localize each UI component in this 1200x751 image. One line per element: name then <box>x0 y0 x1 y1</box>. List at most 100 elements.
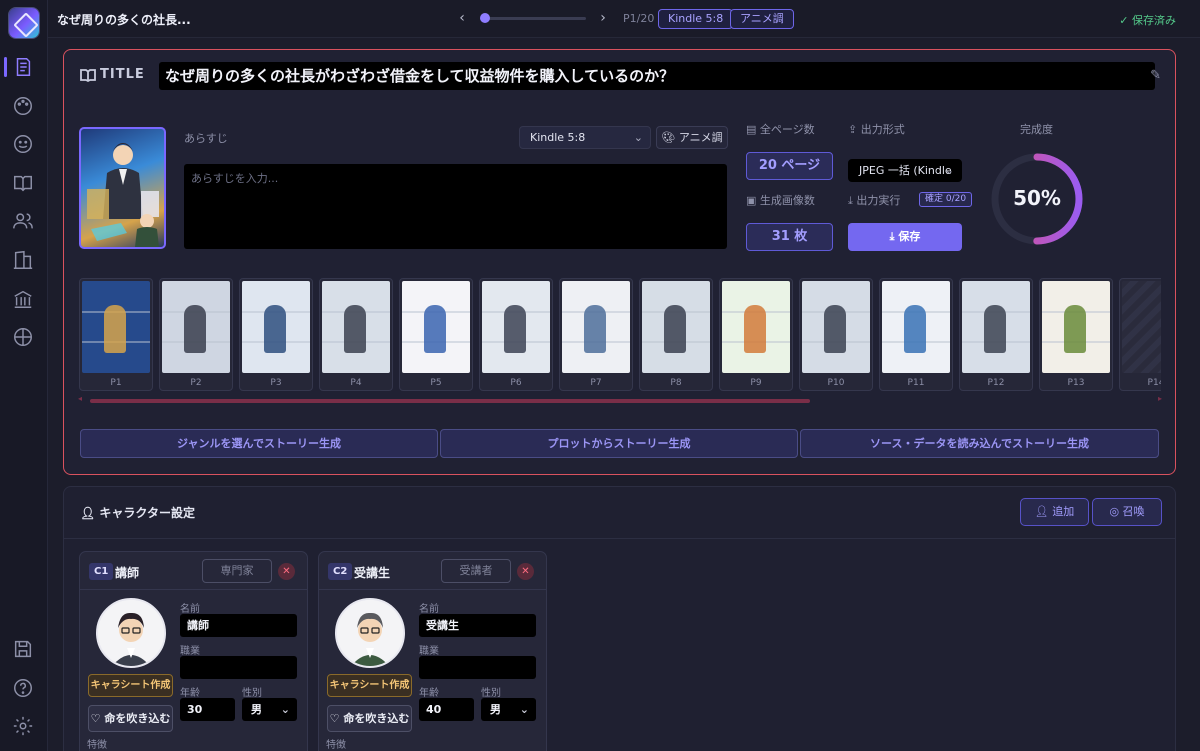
page-thumbnail[interactable]: P9 <box>719 278 793 391</box>
character-card: C1 講師 専門家 ✕ キャラシート作成 ♡ 命を吹き込む 名前 講師 職業 年… <box>79 551 308 751</box>
page-thumbnail[interactable]: P8 <box>639 278 713 391</box>
page-thumbnail[interactable]: P11 <box>879 278 953 391</box>
building-icon[interactable] <box>12 249 36 273</box>
job-field[interactable] <box>419 656 536 679</box>
thumbnail-label: P10 <box>827 378 845 388</box>
page-thumbnail[interactable]: P1 <box>79 278 153 391</box>
scroll-right-icon[interactable]: ▸ <box>1158 394 1162 403</box>
close-icon[interactable]: ✕ <box>278 563 295 580</box>
cover-image[interactable] <box>79 127 166 249</box>
page-thumbnail[interactable]: P13 <box>1039 278 1113 391</box>
palette-icon[interactable] <box>12 95 36 119</box>
settings-icon[interactable] <box>12 715 36 739</box>
name-field[interactable]: 講師 <box>180 614 297 637</box>
format-tag[interactable]: Kindle 5:8 <box>658 9 734 29</box>
character-role-button[interactable]: 専門家 <box>202 559 272 583</box>
scrollbar-thumb[interactable] <box>90 399 810 403</box>
source-story-button[interactable]: ソース・データを読み込んでストーリー生成 <box>800 429 1159 458</box>
script-icon[interactable] <box>12 56 36 80</box>
job-field[interactable] <box>180 656 297 679</box>
age-field[interactable]: 30 <box>180 698 235 721</box>
avatar[interactable] <box>96 598 166 668</box>
page-thumbnail[interactable]: P10 <box>799 278 873 391</box>
upload-icon: ⇪ <box>848 123 861 136</box>
help-icon[interactable] <box>12 677 36 701</box>
age-field[interactable]: 40 <box>419 698 474 721</box>
thumbnail-image <box>242 281 310 373</box>
card-header: C2 受講生 受講者 ✕ <box>319 552 546 590</box>
compass-icon[interactable] <box>12 326 36 350</box>
chevron-down-icon: ⌄ <box>519 703 529 716</box>
page-thumbnail[interactable]: P5 <box>399 278 473 391</box>
title-panel: TITLE なぜ周りの多くの社長がわざわざ借金をして収益物件を購入しているのか？… <box>63 49 1176 475</box>
thumbnail-figure <box>424 305 446 353</box>
book-open-icon[interactable] <box>12 172 36 196</box>
generated-images-value[interactable]: 31 枚 <box>746 223 833 251</box>
gender-select[interactable]: 男 ⌄ <box>481 698 536 721</box>
page-thumbnail[interactable]: P4 <box>319 278 393 391</box>
thumbnail-scrollbar[interactable]: ◂ ▸ <box>78 394 1162 403</box>
format-select[interactable]: Kindle 5:8 ⌄ <box>519 126 651 149</box>
thumbnail-image <box>1122 281 1161 373</box>
save-icon[interactable] <box>12 638 36 662</box>
bring-to-life-button[interactable]: ♡ 命を吹き込む <box>327 705 412 732</box>
close-icon[interactable]: ✕ <box>517 563 534 580</box>
page-thumbnail[interactable]: P12 <box>959 278 1033 391</box>
output-format-select[interactable]: JPEG 一括 (Kindle ⌄ <box>848 159 962 182</box>
thumbnail-label: P1 <box>110 378 122 388</box>
genre-story-button[interactable]: ジャンルを選んでストーリー生成 <box>80 429 438 458</box>
style-tag[interactable]: アニメ調 <box>730 9 794 29</box>
plot-story-button[interactable]: プロットからストーリー生成 <box>440 429 798 458</box>
pencil-icon[interactable]: ✎ <box>1150 68 1161 83</box>
character-role-button[interactable]: 受講者 <box>441 559 511 583</box>
synopsis-input[interactable]: あらすじを入力... <box>184 164 727 249</box>
name-label: 名前 <box>419 604 439 615</box>
thumbnail-label: P13 <box>1067 378 1085 388</box>
add-character-button[interactable]: 👤︎ 追加 <box>1020 498 1089 526</box>
bring-to-life-button[interactable]: ♡ 命を吹き込む <box>88 705 173 732</box>
gender-select[interactable]: 男 ⌄ <box>242 698 297 721</box>
title-label: TITLE <box>100 67 145 82</box>
thumbnail-figure <box>984 305 1006 353</box>
character-sheet-button[interactable]: キャラシート作成 <box>88 674 173 697</box>
style-button[interactable]: 🎨︎ アニメ調 <box>656 126 728 149</box>
page-slider[interactable] <box>480 13 586 23</box>
page-thumbnail[interactable]: P6 <box>479 278 553 391</box>
slider-knob[interactable] <box>480 13 490 23</box>
page-thumbnail[interactable]: P14 <box>1119 278 1161 391</box>
character-id: C1 <box>89 563 114 580</box>
users-icon[interactable] <box>12 210 36 234</box>
smile-icon[interactable] <box>12 133 36 157</box>
thumbnail-label: P4 <box>350 378 362 388</box>
page-thumbnail[interactable]: P2 <box>159 278 233 391</box>
page-thumbnail[interactable]: P3 <box>239 278 313 391</box>
app-logo[interactable] <box>9 8 39 38</box>
job-label: 職業 <box>180 646 200 657</box>
thumbnail-label: P11 <box>907 378 925 388</box>
thumbnail-image <box>322 281 390 373</box>
scroll-left-icon[interactable]: ◂ <box>78 394 82 403</box>
book-icon <box>80 68 96 83</box>
name-label: 名前 <box>180 604 200 615</box>
summon-button[interactable]: ◎ 召喚 <box>1092 498 1162 526</box>
title-input[interactable]: なぜ周りの多くの社長がわざわざ借金をして収益物件を購入しているのか？ <box>159 62 1155 90</box>
page-thumbnail[interactable]: P7 <box>559 278 633 391</box>
thumbnail-image <box>402 281 470 373</box>
thumbnail-image <box>802 281 870 373</box>
thumbnail-image <box>962 281 1030 373</box>
next-page-button[interactable]: › <box>595 10 611 26</box>
page-thumbnails: P1 P2 P3 P4 P5 P6 P7 P8 P9 P10 P11 P12 P13 P14 <box>79 278 1161 391</box>
thumbnail-image <box>162 281 230 373</box>
bank-icon[interactable] <box>12 288 36 312</box>
output-format-label-text: 出力形式 <box>860 123 905 136</box>
total-pages-value[interactable]: 20 ページ <box>746 152 833 180</box>
character-sheet-button[interactable]: キャラシート作成 <box>327 674 412 697</box>
name-field[interactable]: 受講生 <box>419 614 536 637</box>
synopsis-label: あらすじ <box>184 132 228 145</box>
avatar[interactable] <box>335 598 405 668</box>
thumbnail-image <box>882 281 950 373</box>
thumbnail-label: P12 <box>987 378 1005 388</box>
save-button[interactable]: ⤓ 保存 <box>848 223 962 251</box>
thumbnail-image <box>1042 281 1110 373</box>
prev-page-button[interactable]: ‹ <box>454 10 470 26</box>
